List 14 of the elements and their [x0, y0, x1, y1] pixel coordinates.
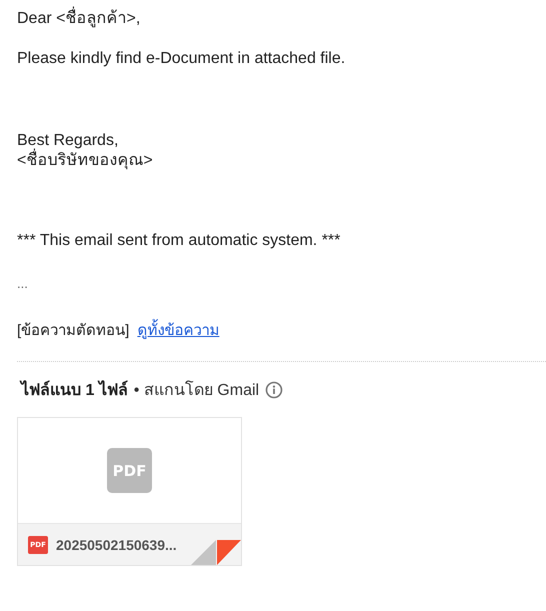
view-all-link[interactable]: ดูทั้งข้อความ — [137, 320, 220, 342]
ellipsis-text: ... — [17, 275, 29, 293]
info-icon[interactable] — [265, 380, 284, 398]
page-corner-icon — [191, 540, 241, 565]
closing-text: Best Regards, — [17, 131, 118, 149]
signature-text: <ชื่อบริษัทของคุณ> — [17, 151, 546, 171]
body-text: Please kindly find e-Document in attached file. — [17, 49, 346, 69]
attachments-heading: ไฟล์แนบ 1 ไฟล์ — [21, 379, 128, 401]
file-name: 20250502150639... — [56, 536, 177, 552]
scan-note: • สแกนโดย Gmail — [134, 380, 260, 401]
footer-text: *** This email sent from automatic system. *** — [17, 231, 342, 251]
clipped-note: [ข้อความตัดทอน] — [17, 321, 130, 341]
pdf-thumbnail-icon: PDF — [107, 448, 152, 493]
greeting-text: Dear <ชื่อลูกค้า>, — [17, 0, 546, 29]
